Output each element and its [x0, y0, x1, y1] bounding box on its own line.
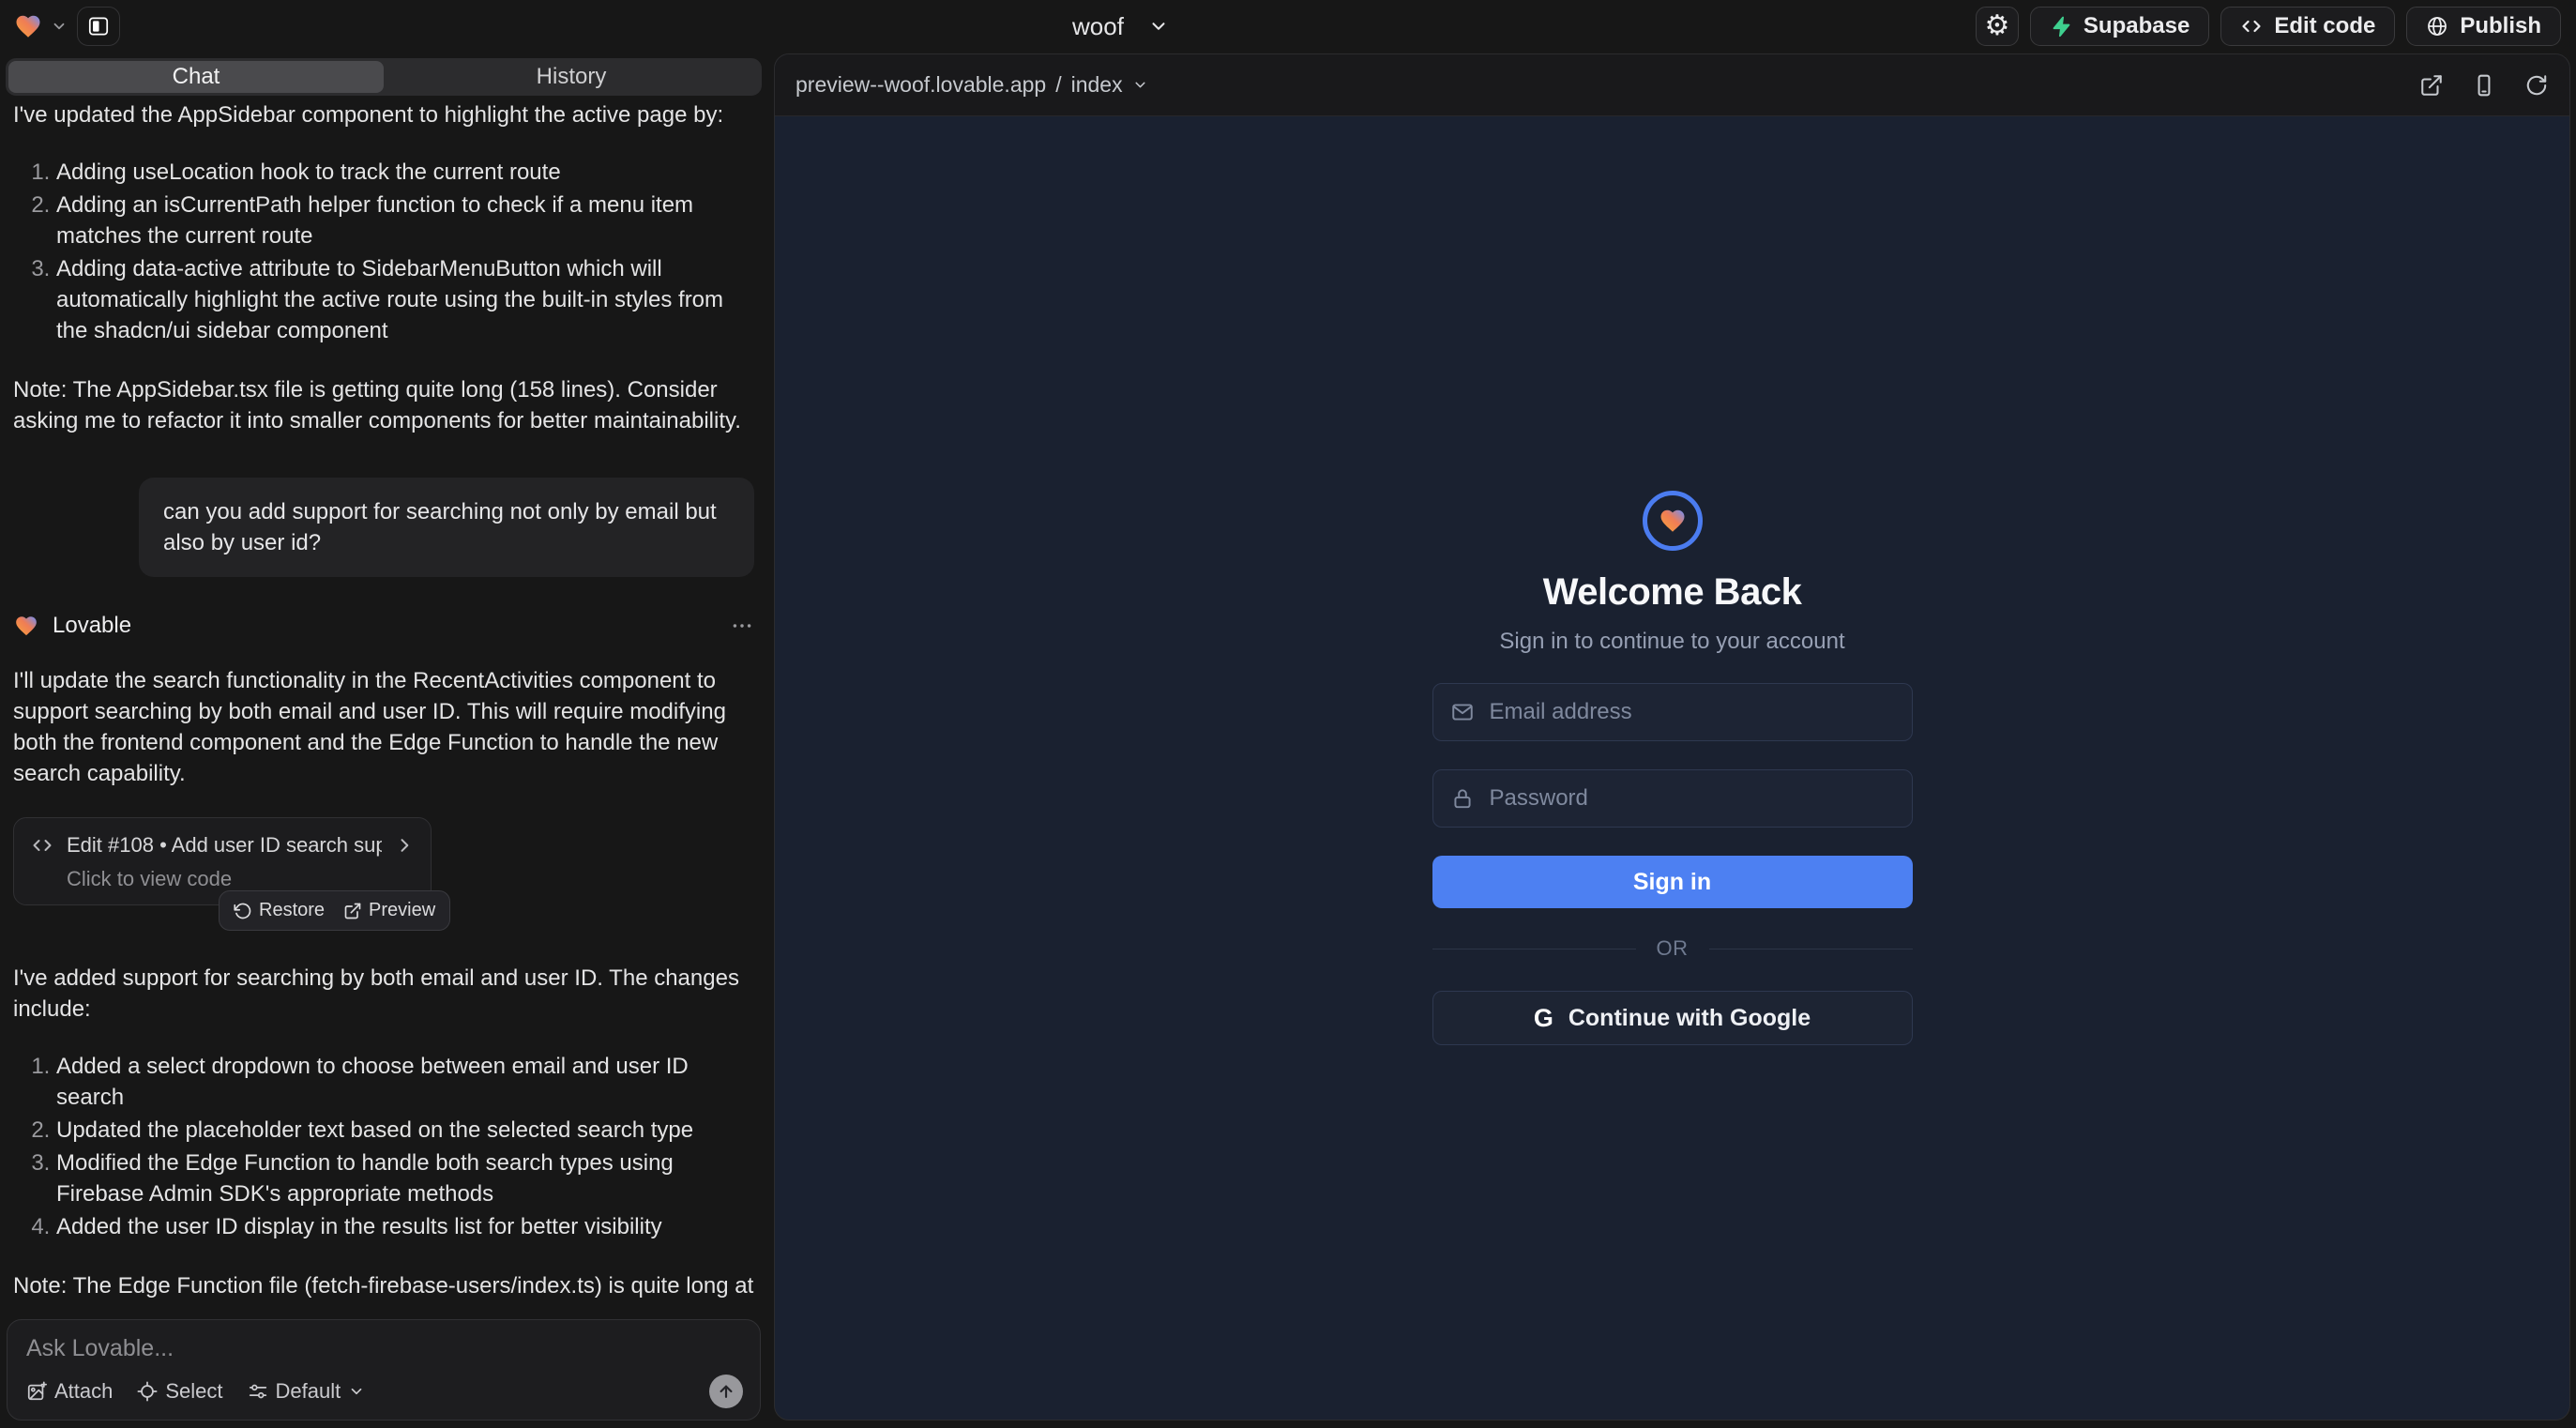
code-brackets-icon [31, 834, 53, 857]
preview-button[interactable]: Preview [343, 900, 435, 921]
preview-panel: preview--woof.lovable.app / index [774, 53, 2570, 1420]
code-brackets-icon [2240, 15, 2263, 38]
restore-label: Restore [259, 900, 325, 921]
list-item: Modified the Edge Function to handle bot… [56, 1147, 754, 1209]
project-name: woof [1072, 12, 1124, 41]
edit-code-label: Edit code [2274, 13, 2375, 39]
assistant-message-text: I've added support for searching by both… [13, 963, 754, 1025]
publish-button[interactable]: Publish [2406, 7, 2561, 46]
tab-history[interactable]: History [384, 61, 759, 93]
assistant-note: Note: The AppSidebar.tsx file is getting… [13, 374, 754, 436]
arrow-up-icon [717, 1382, 735, 1401]
assistant-name: Lovable [53, 613, 131, 639]
app-logo [1643, 491, 1703, 551]
lovable-app: woof ⚙ Supabase Edit code [0, 0, 2576, 1428]
tab-chat[interactable]: Chat [8, 61, 384, 93]
restore-button[interactable]: Restore [234, 900, 325, 921]
toggle-sidebar-button[interactable] [77, 7, 120, 46]
path-separator: / [1055, 72, 1061, 98]
list-item: Adding useLocation hook to track the cur… [56, 157, 754, 188]
chevron-down-icon [51, 18, 68, 35]
lovable-heart-icon [13, 12, 43, 40]
more-options-icon[interactable] [730, 614, 754, 638]
supabase-bolt-icon [2050, 15, 2072, 38]
chevron-down-icon [348, 1383, 365, 1400]
assistant-list: Added a select dropdown to choose betwee… [13, 1051, 754, 1244]
chevron-down-icon [1132, 77, 1148, 93]
send-button[interactable] [709, 1375, 743, 1408]
mobile-view-icon[interactable] [2472, 73, 2496, 98]
chat-composer: Attach Select Default [7, 1319, 761, 1420]
or-divider: OR [1432, 936, 1913, 961]
password-field [1432, 769, 1913, 828]
edit-card-title: Edit #108 • Add user ID search supp... [67, 833, 382, 858]
lovable-heart-icon [13, 614, 39, 638]
preview-domain: preview--woof.lovable.app [796, 72, 1046, 98]
google-button-label: Continue with Google [1568, 1005, 1811, 1032]
lock-icon [1450, 786, 1475, 811]
continue-with-google-button[interactable]: G Continue with Google [1432, 991, 1913, 1045]
supabase-button[interactable]: Supabase [2030, 7, 2209, 46]
or-label: OR [1657, 936, 1689, 961]
user-message-bubble: can you add support for searching not on… [139, 478, 754, 577]
assistant-message-text: I've updated the AppSidebar component to… [13, 99, 754, 130]
list-item: Adding an isCurrentPath helper function … [56, 190, 754, 251]
list-item: Added the user ID display in the results… [56, 1211, 754, 1242]
supabase-label: Supabase [2084, 13, 2190, 39]
edit-code-button[interactable]: Edit code [2220, 7, 2395, 46]
settings-button[interactable]: ⚙ [1976, 7, 2019, 46]
select-element-button[interactable]: Select [137, 1379, 222, 1404]
publish-label: Publish [2460, 13, 2541, 39]
assistant-header: Lovable [13, 613, 754, 639]
edit-card-subtitle: Click to view code [67, 867, 414, 891]
chevron-down-icon [1148, 16, 1169, 37]
sliders-icon [248, 1381, 268, 1402]
login-card: Welcome Back Sign in to continue to your… [1432, 491, 1913, 1045]
chat-input[interactable] [26, 1335, 526, 1362]
external-link-icon [343, 902, 362, 920]
sidebar-panel-icon [86, 14, 111, 38]
page-subtitle: Sign in to continue to your account [1499, 629, 1844, 655]
chat-history-tabs: Chat History [6, 58, 762, 96]
list-item: Adding data-active attribute to SidebarM… [56, 253, 754, 346]
edit-hover-toolbar: Restore Preview [219, 890, 450, 931]
model-selector[interactable]: Default [248, 1379, 366, 1404]
refresh-icon[interactable] [2524, 73, 2549, 98]
preview-page: index [1071, 72, 1123, 98]
sign-in-button[interactable]: Sign in [1432, 856, 1913, 908]
google-g-icon: G [1534, 1004, 1553, 1033]
model-label: Default [276, 1379, 341, 1404]
attach-button[interactable]: Attach [26, 1379, 113, 1404]
assistant-list: Adding useLocation hook to track the cur… [13, 157, 754, 348]
page-title: Welcome Back [1543, 571, 1802, 614]
email-input[interactable] [1488, 698, 1895, 726]
lovable-logo-menu[interactable] [13, 12, 68, 40]
top-bar: woof ⚙ Supabase Edit code [0, 0, 2576, 53]
preview-label: Preview [369, 900, 435, 921]
chat-message-list[interactable]: I've updated the AppSidebar component to… [0, 96, 767, 1306]
preview-viewport: Welcome Back Sign in to continue to your… [775, 116, 2569, 1420]
restore-icon [234, 902, 252, 920]
mail-icon [1450, 700, 1475, 724]
email-field [1432, 683, 1913, 741]
open-in-new-tab-icon[interactable] [2419, 73, 2444, 98]
gear-icon: ⚙ [1984, 12, 2009, 40]
chevron-right-icon [395, 836, 414, 855]
preview-chrome-bar: preview--woof.lovable.app / index [775, 54, 2569, 116]
password-input[interactable] [1488, 784, 1895, 813]
attach-image-icon [26, 1381, 47, 1402]
select-label: Select [165, 1379, 222, 1404]
project-switcher[interactable]: woof [1072, 0, 1169, 53]
list-item: Updated the placeholder text based on th… [56, 1115, 754, 1146]
chat-panel: Chat History I've updated the AppSidebar… [0, 53, 767, 1428]
preview-url[interactable]: preview--woof.lovable.app / index [796, 72, 1148, 98]
user-message-text: can you add support for searching not on… [163, 496, 730, 558]
target-icon [137, 1381, 158, 1402]
attach-label: Attach [54, 1379, 113, 1404]
heart-icon [1658, 507, 1688, 535]
assistant-note: Note: The Edge Function file (fetch-fire… [13, 1270, 754, 1306]
globe-icon [2426, 15, 2448, 38]
list-item: Added a select dropdown to choose betwee… [56, 1051, 754, 1113]
assistant-message-text: I'll update the search functionality in … [13, 665, 754, 789]
